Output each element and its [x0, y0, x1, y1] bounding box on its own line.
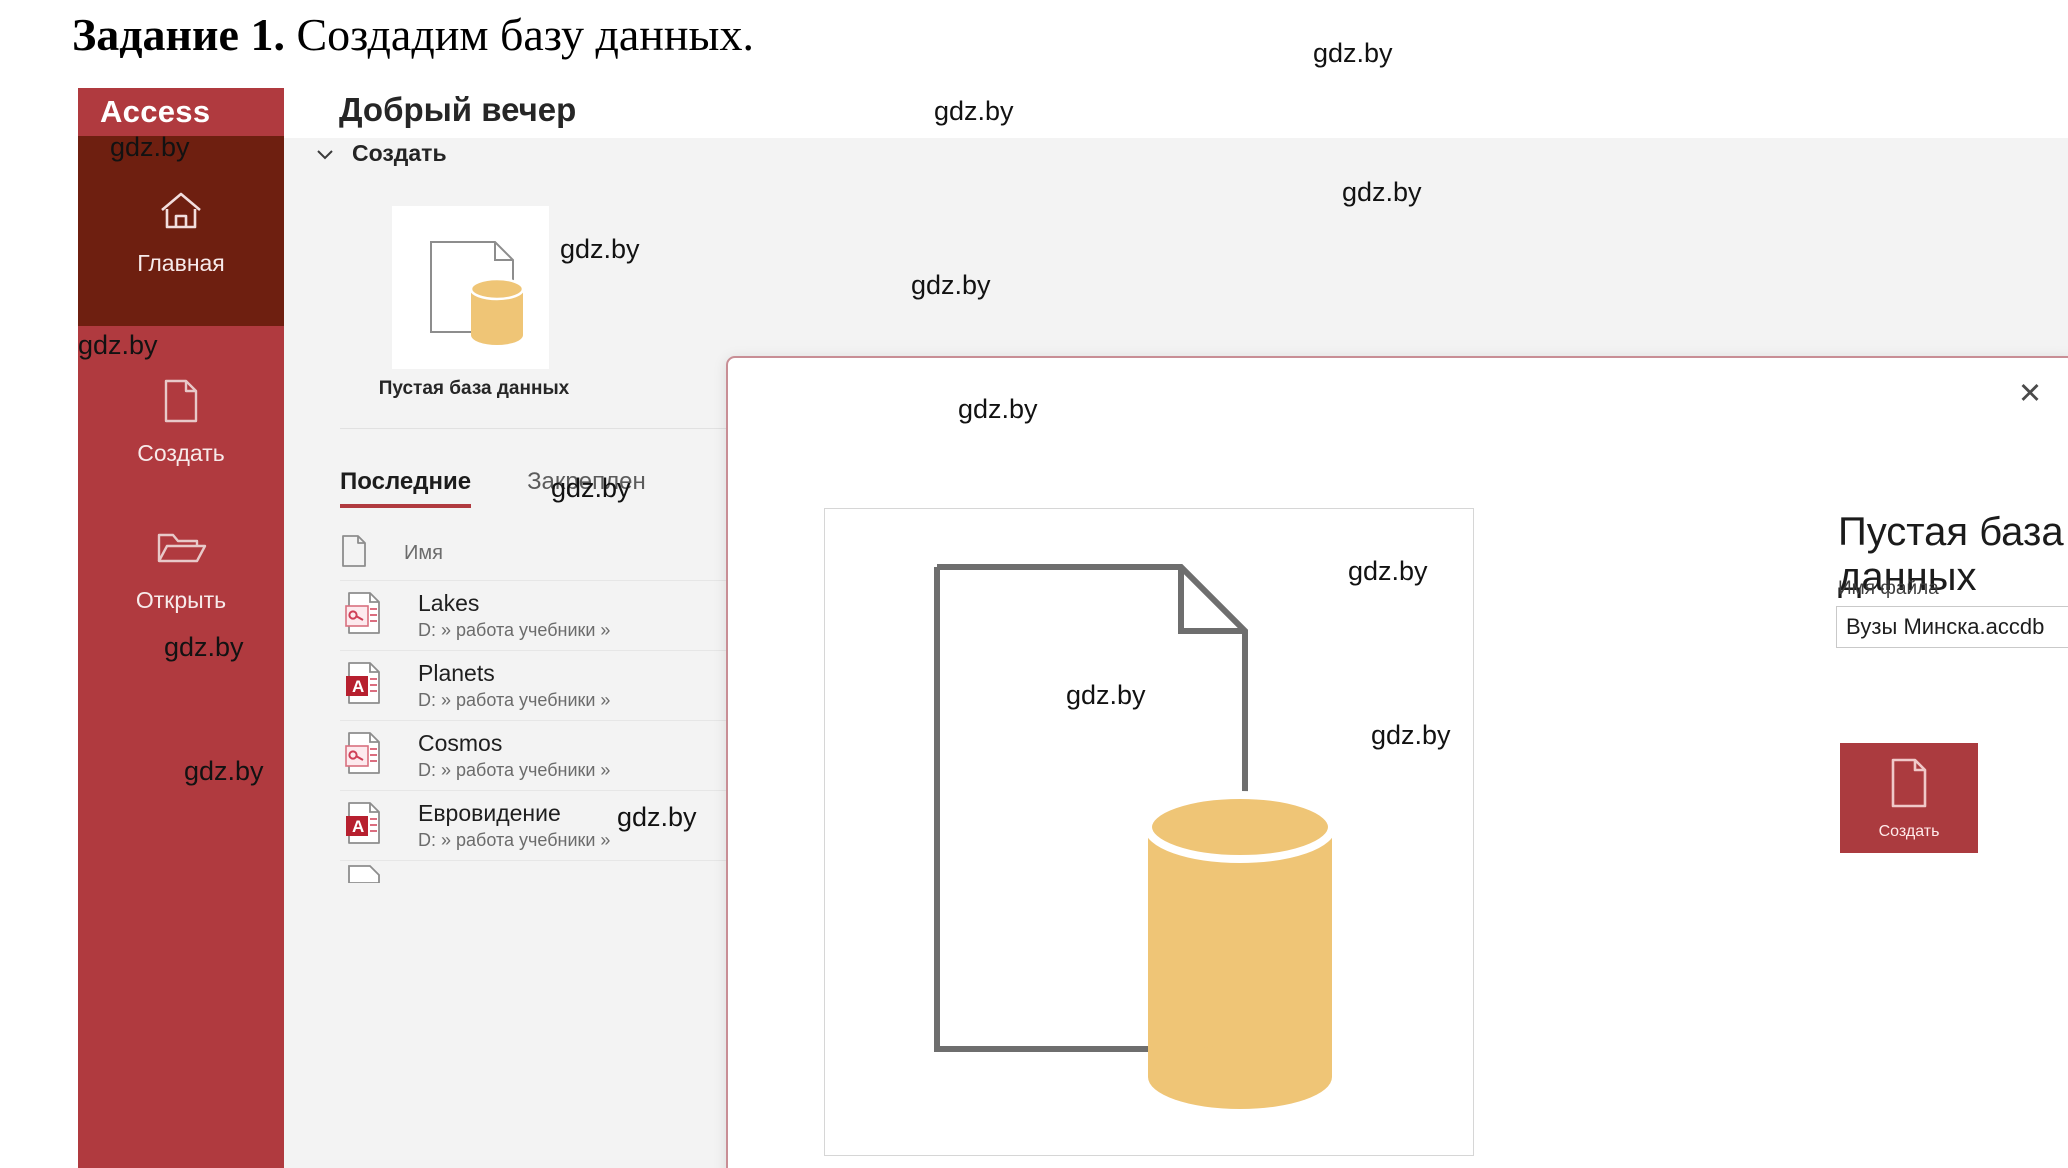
blank-database-card-label: Пустая база данных	[378, 378, 570, 399]
document-icon	[340, 534, 368, 573]
watermark: gdz.by	[184, 756, 264, 786]
watermark: gdz.by	[617, 802, 697, 832]
file-name: Евровидение	[418, 800, 561, 826]
file-path: D: » работа учебники »	[418, 690, 611, 710]
watermark: gdz.by	[958, 394, 1038, 424]
task-text: Создадим базу данных.	[284, 9, 754, 60]
file-path: D: » работа учебники »	[418, 760, 611, 780]
blank-database-thumbnail-icon	[429, 240, 524, 345]
watermark: gdz.by	[78, 330, 158, 360]
svg-text:A: A	[352, 817, 364, 836]
tab-recent[interactable]: Последние	[340, 468, 472, 508]
task-number: Задание 1.	[72, 9, 285, 60]
watermark: gdz.by	[164, 632, 244, 662]
access-a-file-icon: A	[344, 800, 384, 851]
file-name-input[interactable]	[1836, 606, 2068, 648]
access-a-file-icon: A	[344, 660, 384, 711]
sidebar-item-label: Создать	[137, 439, 225, 466]
database-preview	[824, 508, 1474, 1156]
screenshot-root: Задание 1. Создадим базу данных. еж ир A…	[0, 0, 2068, 1168]
database-preview-illustration	[934, 564, 1336, 1109]
app-brand: Access	[100, 94, 211, 129]
create-section-label: Создать	[352, 140, 447, 166]
page-title: Задание 1. Создадим базу данных.	[72, 8, 754, 61]
file-path: D: » работа учебники »	[418, 620, 611, 640]
watermark: gdz.by	[560, 234, 640, 264]
close-icon[interactable]: ✕	[2008, 372, 2052, 416]
watermark: gdz.by	[911, 270, 991, 300]
file-name-label: Имя файла	[1838, 578, 1939, 599]
blank-database-card[interactable]	[392, 206, 549, 369]
create-database-button-label: Создать	[1878, 822, 1940, 840]
watermark: gdz.by	[551, 473, 631, 503]
access-key-file-icon	[344, 730, 384, 781]
file-name: Cosmos	[418, 730, 503, 756]
watermark: gdz.by	[1348, 556, 1428, 586]
sidebar: Access Главная Создать Открыть	[78, 88, 284, 1168]
open-folder-icon	[153, 523, 209, 573]
watermark: gdz.by	[1342, 177, 1422, 207]
document-icon	[344, 863, 384, 888]
file-list-header-name: Имя	[404, 541, 443, 564]
watermark: gdz.by	[1371, 720, 1451, 750]
access-start-window: Access Главная Создать Открыть Добрый ве…	[78, 88, 2068, 1168]
sidebar-item-label: Главная	[137, 249, 225, 276]
sidebar-item-label: Открыть	[135, 586, 227, 613]
new-document-icon	[153, 376, 209, 426]
sidebar-item-home[interactable]: Главная	[78, 136, 284, 326]
home-icon	[153, 186, 209, 236]
new-document-icon	[1887, 756, 1931, 815]
watermark: gdz.by	[110, 132, 190, 162]
svg-text:A: A	[352, 677, 364, 696]
create-section-header[interactable]: Создать	[314, 140, 447, 167]
file-name: Planets	[418, 660, 495, 686]
create-database-button[interactable]: Создать	[1840, 743, 1978, 853]
access-key-file-icon	[344, 590, 384, 641]
file-path: D: » работа учебники »	[418, 830, 611, 850]
chevron-down-icon[interactable]	[314, 143, 336, 165]
blank-database-dialog: ✕ Пустая база данных Имя файла Вузы Минс…	[726, 356, 2068, 1168]
file-name: Lakes	[418, 590, 480, 616]
greeting-text: Добрый вечер	[339, 91, 577, 128]
watermark: gdz.by	[1066, 680, 1146, 710]
watermark: gdz.by	[934, 96, 1014, 126]
watermark: gdz.by	[1313, 38, 1393, 68]
